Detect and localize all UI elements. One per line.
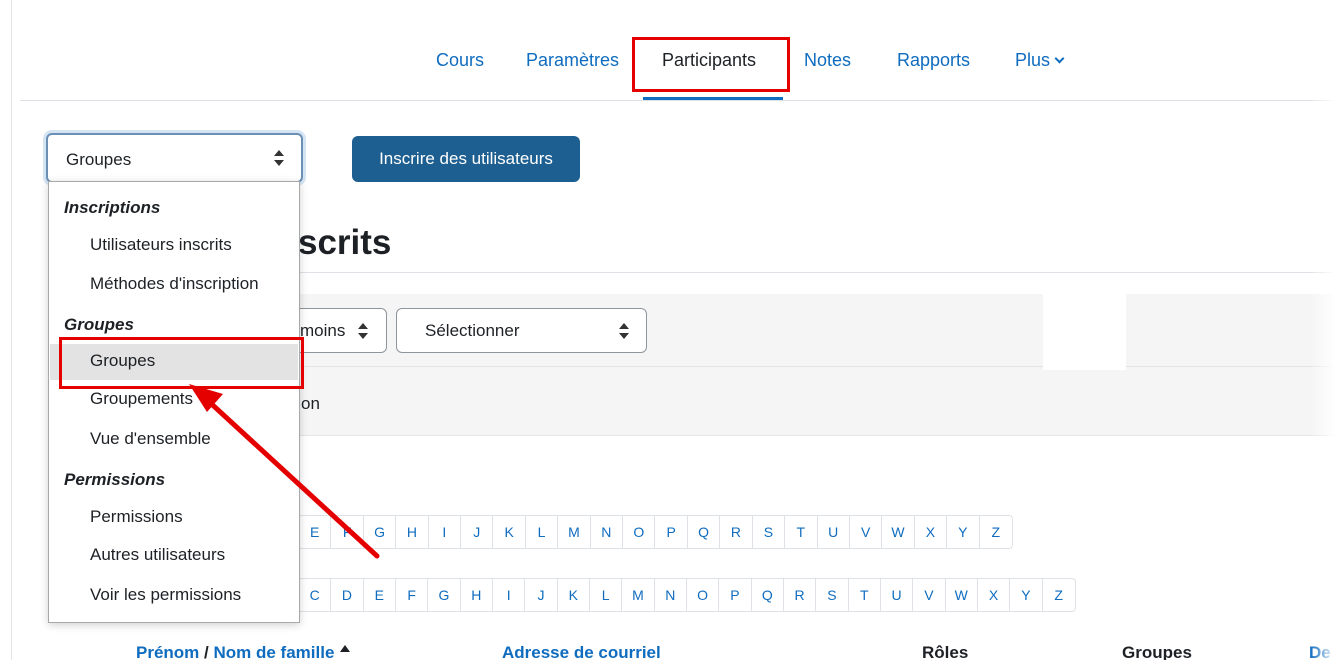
- firstname-initial-h[interactable]: H: [396, 516, 429, 548]
- lastname-initial-s[interactable]: S: [816, 579, 849, 611]
- filter-type-value: Sélectionner: [425, 321, 520, 340]
- firstname-initial-m[interactable]: M: [558, 516, 591, 548]
- lastname-initial-j[interactable]: J: [525, 579, 558, 611]
- name-separator: /: [204, 643, 209, 660]
- select-updown-icon: [358, 323, 368, 339]
- lastname-initial-y[interactable]: Y: [1010, 579, 1043, 611]
- lastname-initial-d[interactable]: D: [331, 579, 364, 611]
- page-left-border: [11, 0, 12, 660]
- lastname-initial-l[interactable]: L: [590, 579, 623, 611]
- lastname-initial-z[interactable]: Z: [1043, 579, 1075, 611]
- nav-rapports[interactable]: Rapports: [897, 50, 970, 71]
- firstname-initial-t[interactable]: T: [785, 516, 818, 548]
- lastname-initial-c[interactable]: C: [299, 579, 332, 611]
- firstname-initial-y[interactable]: Y: [947, 516, 980, 548]
- dropdown-option-enrolment-methods[interactable]: Méthodes d'inscription: [50, 267, 298, 303]
- lastname-initial-m[interactable]: M: [622, 579, 655, 611]
- lastname-initial-h[interactable]: H: [461, 579, 493, 611]
- nav-plus[interactable]: Plus: [1015, 50, 1065, 71]
- lastname-sort-link[interactable]: Nom de famille: [214, 643, 335, 660]
- sort-ascending-icon: [340, 645, 351, 652]
- firstname-initial-j[interactable]: J: [461, 516, 494, 548]
- dropdown-option-permissions[interactable]: Permissions: [50, 500, 298, 536]
- column-header-email[interactable]: Adresse de courriel: [502, 643, 661, 660]
- firstname-initial-w[interactable]: W: [882, 516, 915, 548]
- filter-match-select[interactable]: moins: [298, 308, 387, 353]
- nav-parametres[interactable]: Paramètres: [526, 50, 619, 71]
- column-header-groups: Groupes: [1122, 643, 1192, 660]
- navigation-dropdown-list: Inscriptions Utilisateurs inscrits Métho…: [48, 181, 300, 623]
- lastname-initial-p[interactable]: P: [719, 579, 752, 611]
- dropdown-group-groupes: Groupes: [64, 315, 134, 334]
- filter-row: [298, 366, 1334, 436]
- firstname-sort-link[interactable]: Prénom: [136, 643, 199, 660]
- lastname-initial-i[interactable]: I: [493, 579, 526, 611]
- lastname-initial-n[interactable]: N: [655, 579, 687, 611]
- column-header-last[interactable]: De: [1309, 643, 1331, 660]
- nav-participants[interactable]: Participants: [662, 50, 756, 71]
- firstname-initial-q[interactable]: Q: [688, 516, 721, 548]
- dropdown-option-enrolled-users[interactable]: Utilisateurs inscrits: [50, 228, 298, 264]
- page-title: scrits: [298, 223, 392, 262]
- select-updown-icon: [274, 150, 284, 166]
- dropdown-option-other-users[interactable]: Autres utilisateurs: [50, 538, 298, 574]
- firstname-initial-e[interactable]: E: [299, 516, 332, 548]
- firstname-initial-g[interactable]: G: [364, 516, 397, 548]
- firstname-initial-n[interactable]: N: [591, 516, 624, 548]
- lastname-initial-r[interactable]: R: [784, 579, 817, 611]
- firstname-initial-l[interactable]: L: [526, 516, 559, 548]
- firstname-initial-r[interactable]: R: [720, 516, 753, 548]
- lastname-initial-e[interactable]: E: [364, 579, 396, 611]
- dropdown-option-groupings[interactable]: Groupements: [50, 382, 298, 418]
- nav-cours[interactable]: Cours: [436, 50, 484, 71]
- filter-type-select[interactable]: Sélectionner: [396, 308, 647, 353]
- lastname-initial-f[interactable]: F: [396, 579, 429, 611]
- firstname-initial-f[interactable]: F: [331, 516, 364, 548]
- enrol-users-button[interactable]: Inscrire des utilisateurs: [352, 136, 580, 182]
- dropdown-option-groups[interactable]: Groupes: [50, 344, 298, 380]
- lastname-initial-g[interactable]: G: [428, 579, 461, 611]
- navigation-select[interactable]: Groupes: [46, 133, 303, 183]
- firstname-initial-i[interactable]: I: [429, 516, 462, 548]
- lastname-initial-o[interactable]: O: [687, 579, 720, 611]
- chevron-down-icon: [1054, 53, 1065, 64]
- dropdown-option-check-permissions[interactable]: Voir les permissions: [50, 578, 298, 614]
- dropdown-option-overview[interactable]: Vue d'ensemble: [50, 422, 298, 458]
- firstname-initial-v[interactable]: V: [850, 516, 883, 548]
- lastname-initial-w[interactable]: W: [946, 579, 978, 611]
- lastname-initial-x[interactable]: X: [978, 579, 1011, 611]
- nav-plus-label: Plus: [1015, 50, 1051, 70]
- nav-notes[interactable]: Notes: [804, 50, 851, 71]
- firstname-initial-x[interactable]: X: [915, 516, 948, 548]
- heading-divider: [298, 272, 1334, 273]
- select-updown-icon: [619, 323, 629, 339]
- navigation-select-value: Groupes: [66, 150, 132, 169]
- firstname-initial-u[interactable]: U: [818, 516, 850, 548]
- blank-area: [1043, 284, 1126, 370]
- dropdown-group-permissions: Permissions: [64, 470, 166, 489]
- filter-match-value: moins: [300, 321, 346, 340]
- lastname-initial-t[interactable]: T: [849, 579, 881, 611]
- lastname-initial-k[interactable]: K: [558, 579, 590, 611]
- lastname-initial-v[interactable]: V: [913, 579, 946, 611]
- firstname-initials-bar: EFGHIJKLMNOPQRSTUVWXYZ: [298, 515, 1013, 549]
- firstname-initial-k[interactable]: K: [493, 516, 526, 548]
- firstname-initial-s[interactable]: S: [753, 516, 786, 548]
- lastname-initial-u[interactable]: U: [881, 579, 914, 611]
- column-header-name[interactable]: Prénom / Nom de famille: [136, 643, 351, 660]
- firstname-initial-p[interactable]: P: [655, 516, 688, 548]
- filter-row-text: on: [301, 394, 320, 413]
- lastname-initials-bar: CDEFGHIJKLMNOPQRSTUVWXYZ: [298, 578, 1076, 612]
- dropdown-group-inscriptions: Inscriptions: [64, 198, 161, 217]
- nav-active-indicator: [643, 97, 783, 100]
- column-header-roles: Rôles: [922, 643, 969, 660]
- firstname-initial-o[interactable]: O: [623, 516, 656, 548]
- lastname-initial-q[interactable]: Q: [752, 579, 784, 611]
- firstname-initial-z[interactable]: Z: [980, 516, 1012, 548]
